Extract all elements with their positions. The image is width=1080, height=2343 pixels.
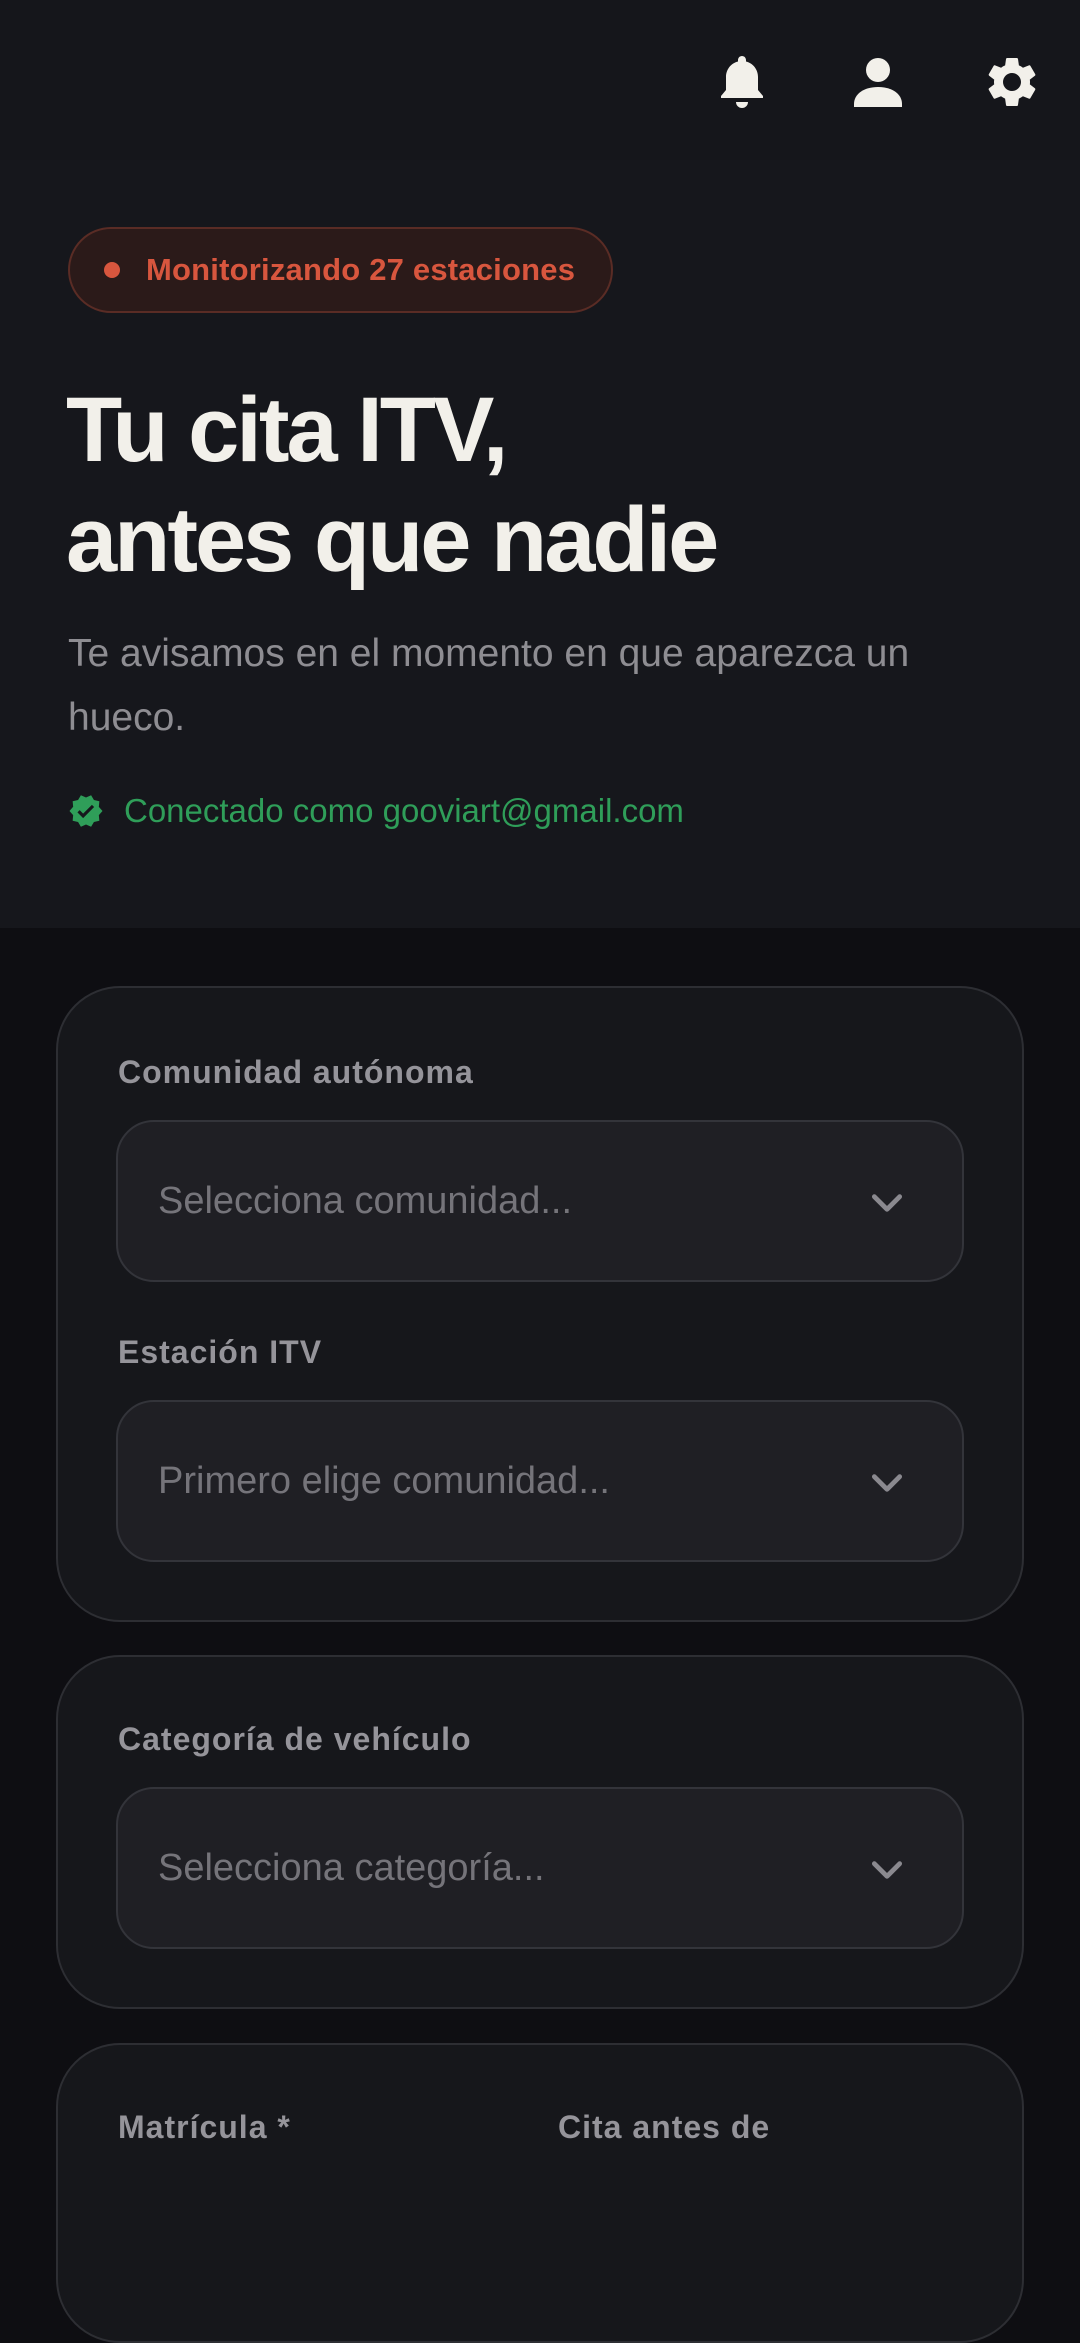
vehicle-card: Categoría de vehículo Selecciona categor… bbox=[56, 1655, 1024, 2009]
station-select[interactable]: Primero elige comunidad... bbox=[116, 1400, 964, 1562]
community-select-placeholder: Selecciona comunidad... bbox=[158, 1180, 573, 1222]
page-title-line-2: antes que nadie bbox=[66, 489, 719, 591]
page-subtitle: Te avisamos en el momento en que aparezc… bbox=[68, 632, 910, 739]
details-card: Matrícula * Cita antes de bbox=[56, 2043, 1024, 2343]
verified-check-icon bbox=[69, 795, 103, 827]
status-badge: Monitorizando 27 estaciones bbox=[68, 227, 614, 313]
top-bar bbox=[0, 0, 1080, 160]
profile-button[interactable] bbox=[840, 44, 916, 120]
page-title: Tu cita ITV, antes que nadie bbox=[66, 375, 719, 595]
notifications-button[interactable] bbox=[704, 44, 780, 120]
category-select-placeholder: Selecciona categoría... bbox=[158, 1847, 545, 1889]
plate-label: Matrícula * bbox=[118, 2109, 291, 2145]
page-title-line-1: Tu cita ITV, bbox=[66, 379, 508, 481]
settings-button[interactable] bbox=[974, 44, 1050, 120]
status-badge-label: Monitorizando 27 estaciones bbox=[146, 252, 576, 287]
station-label: Estación ITV bbox=[118, 1334, 323, 1370]
connected-status-label: Conectado como gooviart@gmail.com bbox=[124, 792, 684, 829]
user-icon bbox=[854, 58, 902, 107]
chevron-down-icon bbox=[871, 1194, 903, 1212]
deadline-label: Cita antes de bbox=[558, 2109, 771, 2145]
bell-icon bbox=[721, 56, 763, 108]
location-card: Comunidad autónoma Selecciona comunidad.… bbox=[56, 986, 1024, 1622]
category-select[interactable]: Selecciona categoría... bbox=[116, 1787, 964, 1949]
chevron-down-icon bbox=[871, 1861, 903, 1879]
connected-status: Conectado como gooviart@gmail.com bbox=[68, 792, 684, 830]
chevron-down-icon bbox=[871, 1474, 903, 1492]
category-label: Categoría de vehículo bbox=[118, 1721, 472, 1757]
gear-icon bbox=[988, 57, 1036, 106]
station-select-placeholder: Primero elige comunidad... bbox=[158, 1460, 610, 1502]
community-label: Comunidad autónoma bbox=[118, 1054, 474, 1090]
status-dot bbox=[104, 262, 120, 278]
community-select[interactable]: Selecciona comunidad... bbox=[116, 1120, 964, 1282]
